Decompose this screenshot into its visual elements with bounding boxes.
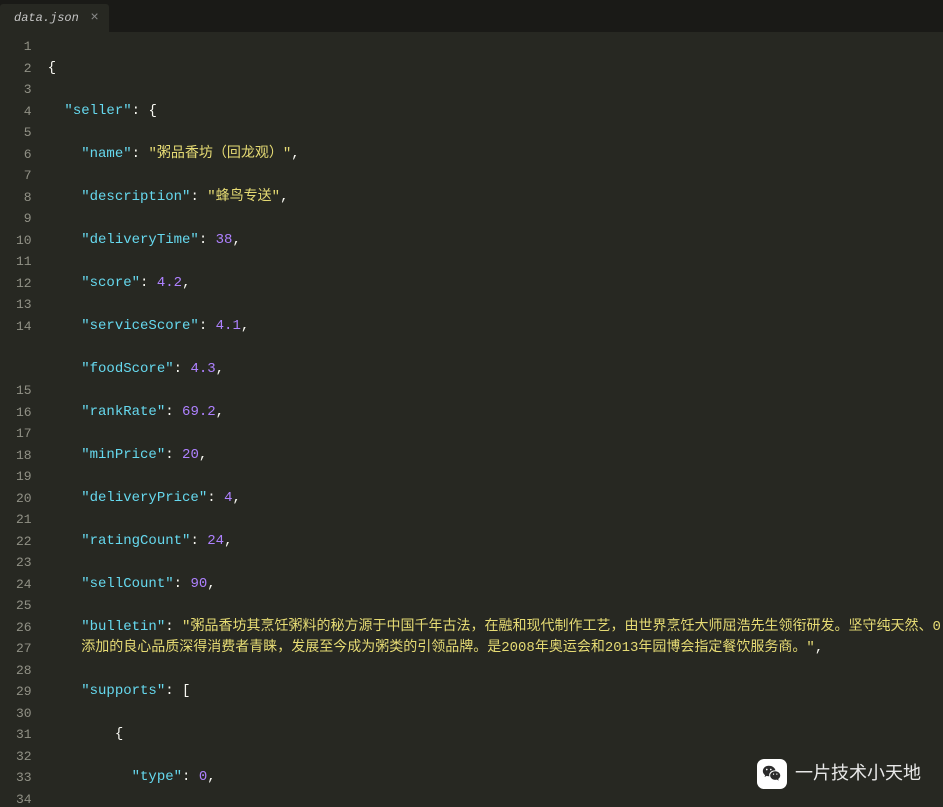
ln: 19 (16, 466, 32, 488)
ln: 16 (16, 402, 32, 424)
code-content[interactable]: { "seller": { "name": "粥品香坊（回龙观）", "desc… (42, 32, 943, 807)
tab-label: data.json (14, 11, 79, 25)
ln: 26 (16, 617, 32, 639)
ln: 23 (16, 552, 32, 574)
watermark-text: 一片技术小天地 (795, 763, 921, 785)
ln: 1 (16, 36, 32, 58)
ln: 7 (16, 165, 32, 187)
ln: 17 (16, 423, 32, 445)
ln: 14 (16, 316, 32, 381)
ln: 2 (16, 58, 32, 80)
close-icon[interactable]: × (90, 10, 98, 26)
ln: 27 (16, 638, 32, 660)
ln: 6 (16, 144, 32, 166)
ln: 33 (16, 767, 32, 789)
ln: 10 (16, 230, 32, 252)
tab-data-json[interactable]: data.json × (0, 4, 109, 32)
ln: 34 (16, 789, 32, 807)
editor-container: data.json × 1 2 3 4 5 6 7 8 9 10 11 12 1… (0, 0, 943, 807)
ln: 13 (16, 294, 32, 316)
ln: 20 (16, 488, 32, 510)
ln: 11 (16, 251, 32, 273)
ln: 12 (16, 273, 32, 295)
wechat-icon (757, 759, 787, 789)
ln: 22 (16, 531, 32, 553)
ln: 24 (16, 574, 32, 596)
ln: 28 (16, 660, 32, 682)
ln: 32 (16, 746, 32, 768)
line-number-gutter: 1 2 3 4 5 6 7 8 9 10 11 12 13 14 15 16 1… (0, 32, 42, 807)
code-area[interactable]: 1 2 3 4 5 6 7 8 9 10 11 12 13 14 15 16 1… (0, 32, 943, 807)
ln: 9 (16, 208, 32, 230)
ln: 3 (16, 79, 32, 101)
watermark: 一片技术小天地 (757, 759, 921, 789)
ln: 8 (16, 187, 32, 209)
ln: 21 (16, 509, 32, 531)
ln: 18 (16, 445, 32, 467)
ln: 15 (16, 380, 32, 402)
ln: 4 (16, 101, 32, 123)
ln: 30 (16, 703, 32, 725)
ln: 31 (16, 724, 32, 746)
ln: 5 (16, 122, 32, 144)
tab-bar: data.json × (0, 0, 943, 32)
ln: 25 (16, 595, 32, 617)
ln: 29 (16, 681, 32, 703)
